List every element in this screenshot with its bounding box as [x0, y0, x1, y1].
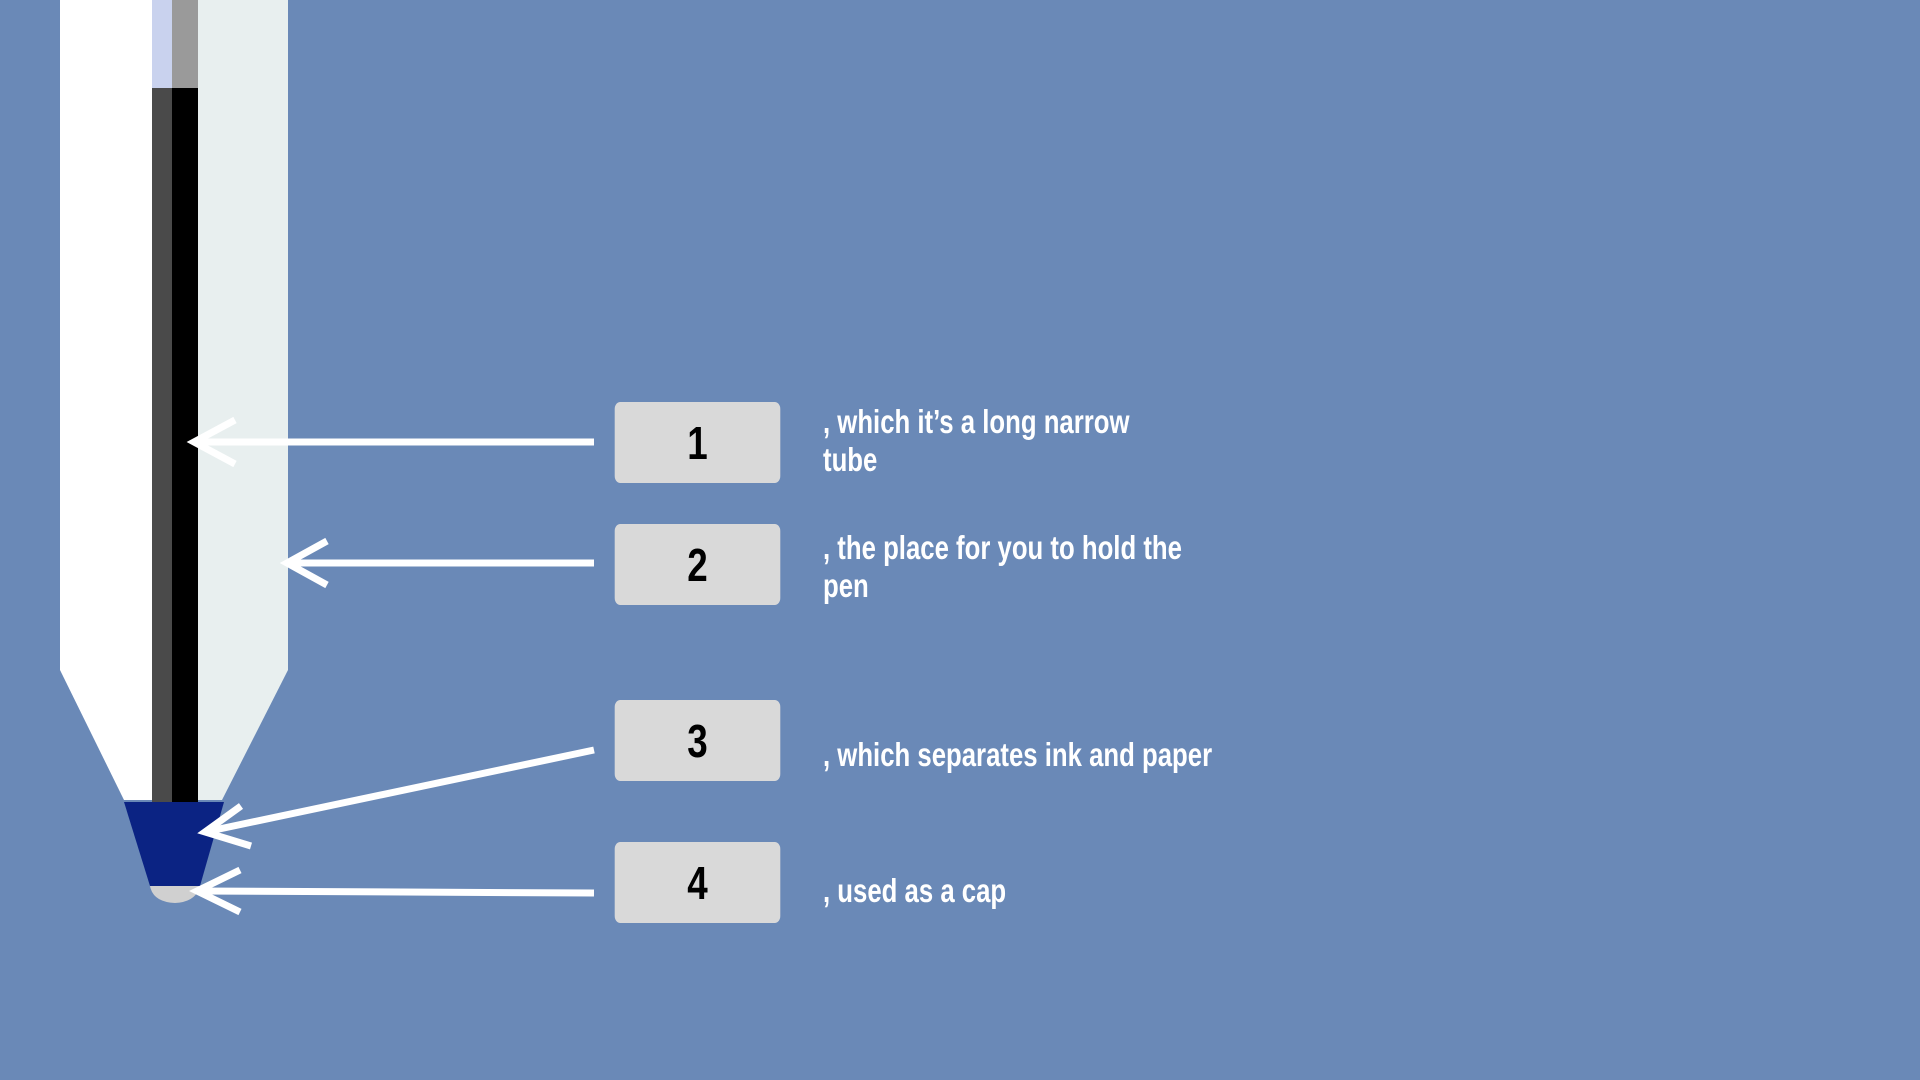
refill-dark-side: [152, 88, 172, 803]
refill-top-light: [152, 0, 172, 88]
label-text-2: , the place for you to hold the pen: [823, 529, 1182, 604]
label-box-1: 1: [614, 402, 781, 483]
label-box-3: 3: [614, 700, 781, 781]
label-box-2: 2: [614, 524, 781, 605]
arrow-2: [279, 537, 594, 589]
label-box-4: 4: [614, 842, 781, 923]
ball-tip: [150, 886, 200, 903]
tip-cone: [124, 802, 224, 886]
arrow-3: [197, 746, 595, 850]
refill-top-gray: [172, 0, 198, 88]
barrel-left-half: [60, 0, 152, 800]
label-text-1: , which it’s a long narrow tube: [823, 403, 1130, 478]
arrow-4: [189, 866, 595, 916]
label-text-4: , used as a cap: [823, 872, 1007, 909]
label-text-3: , which separates ink and paper: [823, 736, 1213, 773]
